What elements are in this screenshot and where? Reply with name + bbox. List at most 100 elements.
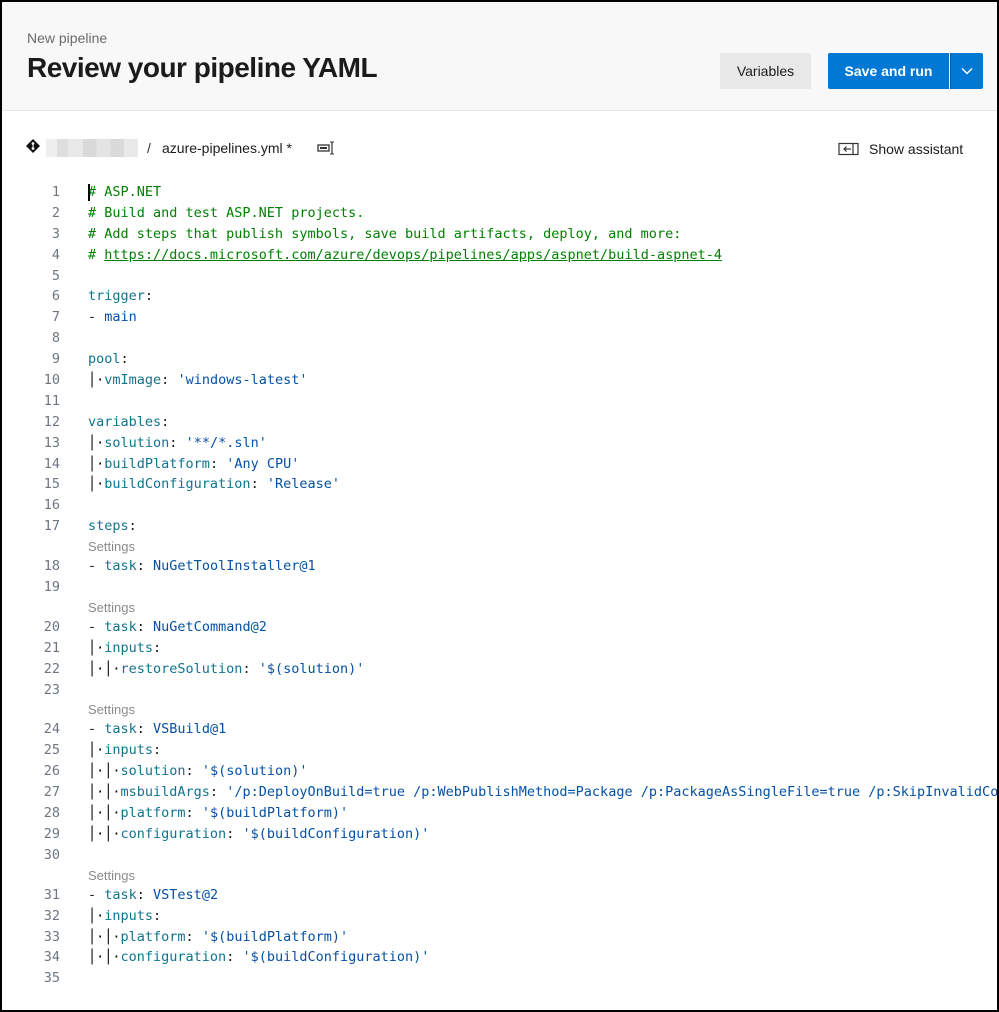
token-str: 'Any CPU' xyxy=(226,455,300,472)
code-text: # ASP.NET xyxy=(88,182,161,203)
code-line[interactable]: 22 │·│·restoreSolution: '$(solution)' xyxy=(2,659,997,680)
token-plain: : xyxy=(153,742,162,759)
line-number: 22 xyxy=(43,660,60,677)
code-line[interactable]: 28 │·│·platform: '$(buildPlatform)' xyxy=(2,803,997,824)
code-line[interactable]: 4 # https://docs.microsoft.com/azure/devo… xyxy=(2,245,997,266)
code-line[interactable]: 13 │·solution: '**/*.sln' xyxy=(2,433,997,454)
task-settings-link[interactable]: Settings xyxy=(2,598,997,617)
code-line[interactable]: 15 │·buildConfiguration: 'Release' xyxy=(2,474,997,495)
code-line[interactable]: 3 # Add steps that publish symbols, save … xyxy=(2,224,997,245)
code-text: │·│·configuration: '$(buildConfiguration… xyxy=(88,824,429,845)
line-number: 14 xyxy=(43,455,60,472)
token-link[interactable]: https://docs.microsoft.com/azure/devops/… xyxy=(104,247,722,263)
code-line[interactable]: 19 xyxy=(2,577,997,598)
repository-name-redacted[interactable] xyxy=(46,139,138,157)
code-line[interactable]: 5 xyxy=(2,266,997,287)
line-number: 12 xyxy=(43,413,60,430)
token-str: NuGetCommand@2 xyxy=(153,618,267,635)
code-line[interactable]: 25 │·inputs: xyxy=(2,740,997,761)
code-line[interactable]: 10 │·vmImage: 'windows-latest' xyxy=(2,370,997,391)
code-line[interactable]: 14 │·buildPlatform: 'Any CPU' xyxy=(2,454,997,475)
token-plain: : xyxy=(209,784,227,801)
code-line[interactable]: 8 xyxy=(2,328,997,349)
task-settings-link[interactable]: Settings xyxy=(2,537,997,556)
code-text: variables: xyxy=(88,412,169,433)
code-text: │·│·configuration: '$(buildConfiguration… xyxy=(88,947,429,968)
token-plain: : xyxy=(169,434,186,451)
token-str: '$(solution)' xyxy=(258,660,365,677)
rename-icon[interactable] xyxy=(317,141,337,155)
code-line[interactable]: 7 - main xyxy=(2,307,997,328)
token-key: vmImage xyxy=(104,372,162,389)
token-plain: : xyxy=(153,907,162,924)
line-number: 9 xyxy=(51,351,60,368)
token-key: buildPlatform xyxy=(104,455,210,472)
token-key: buildConfiguration xyxy=(104,476,251,493)
code-line[interactable]: 33 │·│·platform: '$(buildPlatform)' xyxy=(2,927,997,948)
code-text: pool: xyxy=(88,349,129,370)
code-line[interactable]: 11 xyxy=(2,391,997,412)
token-key: configuration xyxy=(120,949,227,966)
line-number: 19 xyxy=(43,579,60,596)
token-plain: : xyxy=(185,928,202,945)
code-line[interactable]: 31 - task: VSTest@2 xyxy=(2,885,997,906)
code-line[interactable]: 18 - task: NuGetToolInstaller@1 xyxy=(2,556,997,577)
token-guide: │·│· xyxy=(88,825,121,842)
code-text: │·│·msbuildArgs: '/p:DeployOnBuild=true … xyxy=(88,782,997,803)
variables-button[interactable]: Variables xyxy=(720,53,811,89)
token-plain: : xyxy=(185,805,202,822)
code-line[interactable]: 32 │·inputs: xyxy=(2,906,997,927)
code-line[interactable]: 21 │·inputs: xyxy=(2,638,997,659)
show-assistant-button[interactable]: Show assistant xyxy=(838,139,963,159)
token-plain: : xyxy=(161,413,170,430)
line-number: 13 xyxy=(43,434,60,451)
task-settings-link[interactable]: Settings xyxy=(2,866,997,885)
code-line[interactable]: 30 xyxy=(2,845,997,866)
code-line[interactable]: 29 │·│·configuration: '$(buildConfigurati… xyxy=(2,824,997,845)
code-line[interactable]: 16 xyxy=(2,495,997,516)
line-number: 24 xyxy=(43,721,60,738)
code-line[interactable]: 2 # Build and test ASP.NET projects. xyxy=(2,203,997,224)
line-number: 31 xyxy=(43,886,60,903)
code-text: │·inputs: xyxy=(88,906,161,927)
yaml-code-editor[interactable]: 1 # ASP.NET 2 # Build and test ASP.NET proj… xyxy=(2,182,997,989)
code-line[interactable]: 12 variables: xyxy=(2,412,997,433)
token-guide: │·│· xyxy=(88,949,121,966)
token-guide: │·│· xyxy=(88,928,121,945)
token-dash: - xyxy=(88,721,105,738)
token-dash: - xyxy=(88,558,105,575)
code-line[interactable]: 6 trigger: xyxy=(2,286,997,307)
line-number: 33 xyxy=(43,928,60,945)
token-str: 'windows-latest' xyxy=(177,372,308,389)
token-key: msbuildArgs xyxy=(120,784,210,801)
line-number: 7 xyxy=(51,309,60,326)
code-line[interactable]: 17 steps: xyxy=(2,516,997,537)
line-number: 4 xyxy=(51,246,60,263)
code-line[interactable]: 1 # ASP.NET xyxy=(2,182,997,203)
token-key: pool xyxy=(88,351,121,368)
token-comment: # Add steps that publish symbols, save b… xyxy=(88,225,682,242)
code-text: │·inputs: xyxy=(88,638,161,659)
task-settings-link[interactable]: Settings xyxy=(2,700,997,719)
code-text: │·vmImage: 'windows-latest' xyxy=(88,370,307,391)
code-line[interactable]: 35 xyxy=(2,968,997,989)
code-line[interactable]: 26 │·│·solution: '$(solution)' xyxy=(2,761,997,782)
code-line[interactable]: 27 │·│·msbuildArgs: '/p:DeployOnBuild=tru… xyxy=(2,782,997,803)
text-cursor xyxy=(88,184,90,201)
save-and-run-dropdown-button[interactable] xyxy=(950,53,983,89)
code-line[interactable]: 9 pool: xyxy=(2,349,997,370)
save-and-run-button[interactable]: Save and run xyxy=(828,53,949,89)
token-key: inputs xyxy=(104,907,154,924)
token-key: configuration xyxy=(120,825,227,842)
code-text: # Build and test ASP.NET projects. xyxy=(88,203,364,224)
code-line[interactable]: 20 - task: NuGetCommand@2 xyxy=(2,617,997,638)
line-number: 17 xyxy=(43,518,60,535)
line-number: 29 xyxy=(43,825,60,842)
token-key: task xyxy=(104,886,137,903)
code-line[interactable]: 24 - task: VSBuild@1 xyxy=(2,719,997,740)
token-guide: │·│· xyxy=(88,805,121,822)
line-number: 3 xyxy=(51,225,60,242)
show-assistant-label: Show assistant xyxy=(869,141,964,157)
code-line[interactable]: 34 │·│·configuration: '$(buildConfigurati… xyxy=(2,947,997,968)
code-line[interactable]: 23 xyxy=(2,680,997,701)
